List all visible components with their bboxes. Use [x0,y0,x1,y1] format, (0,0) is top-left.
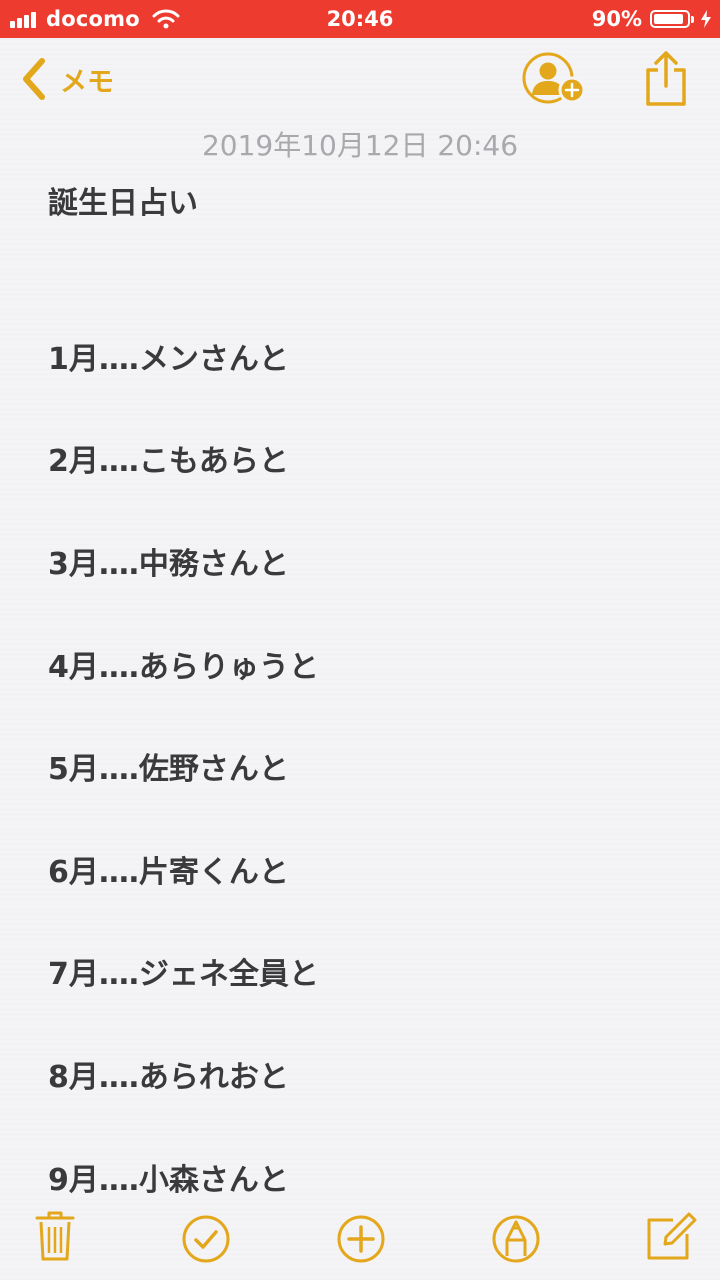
chevron-left-icon [23,58,45,100]
back-label: メモ [60,66,114,98]
note-line: 7月‥‥ジェネ全員と [48,957,319,992]
battery-tip [691,15,694,23]
note-line: 9月‥‥小森さんと [48,1163,289,1198]
back-button[interactable]: メモ [20,54,114,104]
note-line: 3月‥‥中務さんと [48,547,289,582]
compose-icon[interactable] [645,1210,697,1262]
battery-percent: 90% [591,7,642,31]
note-line: 2月‥‥こもあらと [48,444,289,479]
charging-bolt-icon [701,10,711,28]
share-icon[interactable] [643,50,689,108]
trash-icon[interactable] [35,1210,75,1262]
note-line: 4月‥‥あらりゅうと [48,650,319,685]
status-right: 90% [592,0,712,38]
note-line: 5月‥‥佐野さんと [48,752,289,787]
note-date: 2019年10月12日 20:46 [201,129,519,162]
markup-icon[interactable] [491,1214,541,1264]
add-icon[interactable] [336,1214,386,1264]
note-line: 8月‥‥あられおと [48,1060,289,1095]
checklist-icon[interactable] [181,1214,231,1264]
note-line: 1月‥‥メンさんと [48,342,289,377]
note-line: 6月‥‥片寄くんと [48,855,289,890]
note-title: 誕生日占い [48,186,198,221]
battery-icon [650,10,690,28]
status-bar: docomo 20:46 90% [0,0,720,38]
add-person-icon[interactable] [520,52,590,108]
